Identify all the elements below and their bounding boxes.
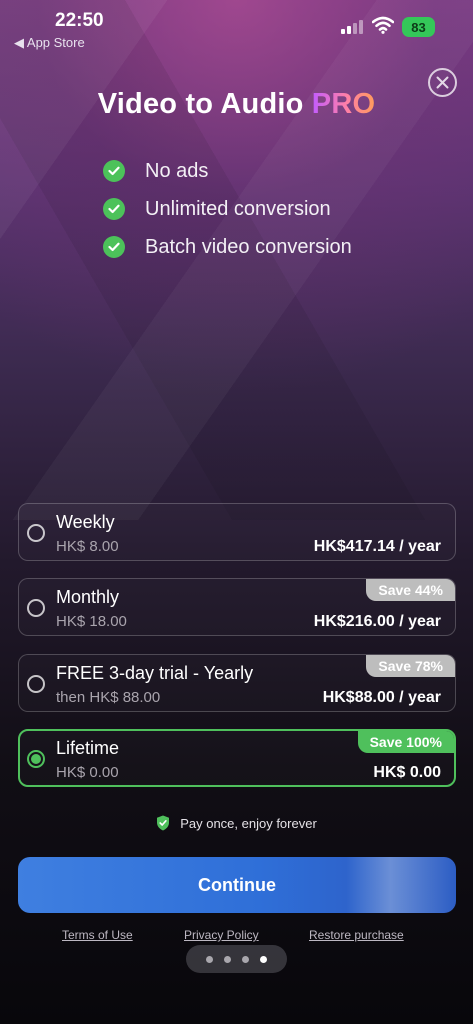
page-dot bbox=[242, 955, 249, 963]
privacy-policy-link[interactable]: Privacy Policy bbox=[184, 928, 259, 942]
wifi-icon bbox=[372, 16, 394, 34]
plan-option-yearly-trial[interactable]: Save 78% FREE 3-day trial - Yearly then … bbox=[18, 654, 456, 712]
plan-yearly-price: HK$216.00 / year bbox=[313, 613, 441, 630]
radio-button[interactable] bbox=[27, 524, 45, 542]
plan-option-lifetime[interactable]: Save 100% Lifetime HK$ 0.00 HK$ 0.00 bbox=[18, 729, 456, 787]
feature-label: Unlimited conversion bbox=[145, 197, 331, 220]
plan-name: Lifetime bbox=[56, 738, 120, 758]
plan-name: FREE 3-day trial - Yearly bbox=[56, 663, 254, 683]
pro-badge: PRO bbox=[311, 88, 376, 120]
save-badge: Save 44% bbox=[366, 579, 455, 601]
save-badge: Save 100% bbox=[357, 731, 454, 753]
feature-item: Unlimited conversion bbox=[103, 190, 352, 228]
plan-name: Monthly bbox=[56, 587, 120, 607]
back-to-app-store-link[interactable]: ◀ App Store bbox=[14, 35, 85, 51]
page-dot bbox=[224, 955, 231, 963]
title-text: Video to Audio bbox=[97, 88, 312, 120]
terms-of-use-link[interactable]: Terms of Use bbox=[62, 928, 133, 942]
feature-list: No ads Unlimited conversion Batch video … bbox=[103, 152, 352, 266]
check-icon bbox=[103, 198, 125, 220]
save-badge: Save 78% bbox=[366, 655, 455, 677]
plan-price: HK$ 18.00 bbox=[56, 613, 127, 630]
plan-option-monthly[interactable]: Save 44% Monthly HK$ 18.00 HK$216.00 / y… bbox=[18, 578, 456, 636]
radio-button-selected[interactable] bbox=[27, 750, 45, 768]
shield-check-icon bbox=[157, 815, 170, 831]
feature-label: No ads bbox=[145, 159, 209, 182]
page-indicator[interactable] bbox=[186, 945, 287, 973]
feature-item: Batch video conversion bbox=[103, 228, 352, 266]
check-icon bbox=[103, 236, 125, 258]
page-dot bbox=[206, 955, 213, 963]
check-icon bbox=[103, 160, 125, 182]
pay-once-note: Pay once, enjoy forever bbox=[0, 815, 473, 831]
plan-yearly-price: HK$417.14 / year bbox=[313, 538, 441, 555]
plan-yearly-price: HK$ 0.00 bbox=[373, 764, 441, 781]
feature-item: No ads bbox=[103, 152, 352, 190]
restore-purchase-link[interactable]: Restore purchase bbox=[309, 928, 404, 942]
feature-label: Batch video conversion bbox=[145, 235, 352, 258]
radio-button[interactable] bbox=[27, 599, 45, 617]
plan-price: HK$ 0.00 bbox=[56, 764, 119, 781]
plan-name: Weekly bbox=[56, 512, 115, 532]
battery-level: 83 bbox=[411, 19, 426, 35]
plan-price: then HK$ 88.00 bbox=[56, 689, 161, 706]
page-title: Video to Audio PRO bbox=[0, 88, 473, 121]
continue-button[interactable]: Continue bbox=[18, 857, 456, 913]
cellular-signal-icon bbox=[341, 20, 363, 34]
continue-label: Continue bbox=[198, 874, 276, 895]
plan-price: HK$ 8.00 bbox=[56, 538, 119, 555]
plan-option-weekly[interactable]: Weekly HK$ 8.00 HK$417.14 / year bbox=[18, 503, 456, 561]
status-time: 22:50 bbox=[55, 10, 104, 31]
page-dot-active bbox=[260, 955, 267, 963]
battery-indicator: 83 bbox=[402, 17, 435, 37]
pay-once-text: Pay once, enjoy forever bbox=[180, 815, 317, 831]
radio-button[interactable] bbox=[27, 675, 45, 693]
plan-yearly-price: HK$88.00 / year bbox=[322, 689, 441, 706]
